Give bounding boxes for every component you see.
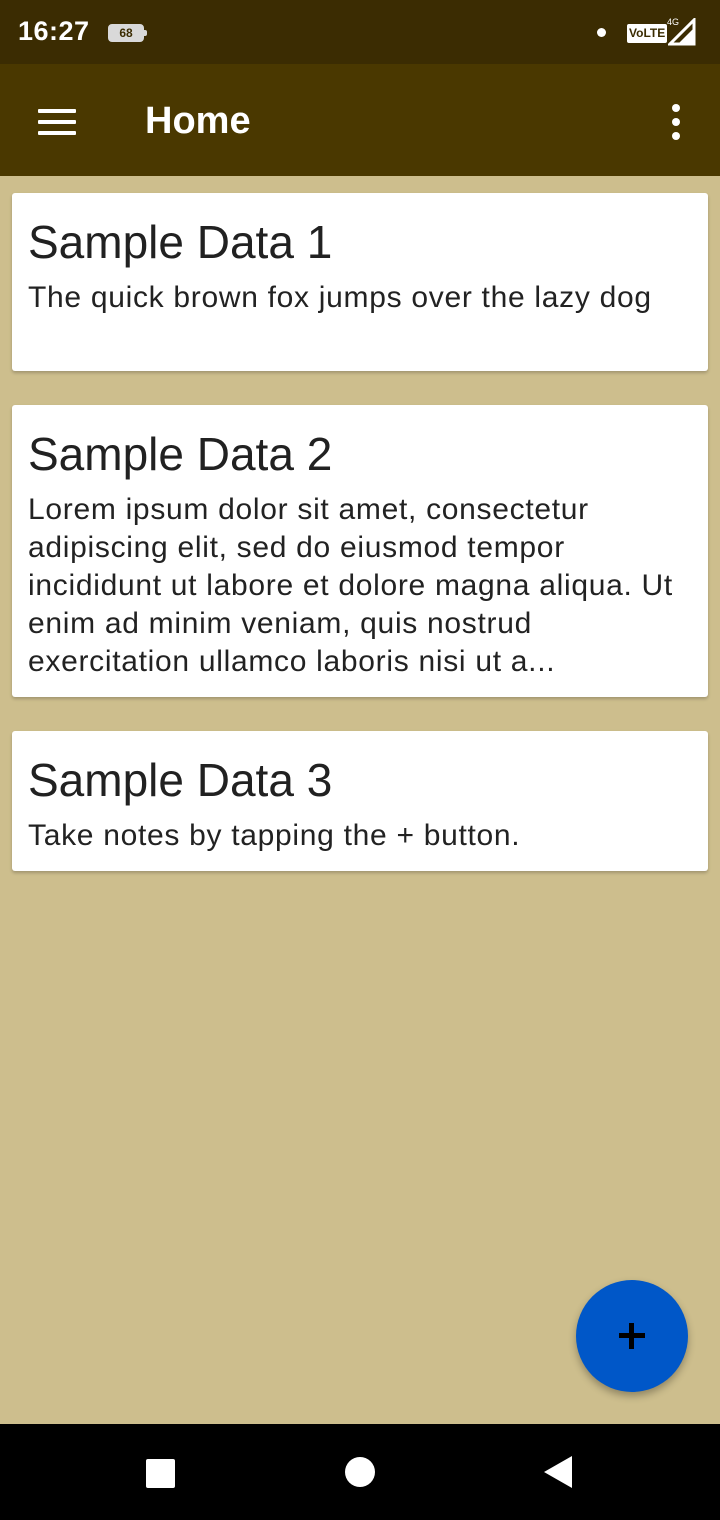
signal-strength-icon	[668, 18, 696, 46]
screen: 16:27 68 VoLTE 4G Home Sample Data 1 The…	[0, 0, 720, 1520]
volte-badge: VoLTE	[627, 24, 668, 43]
note-body: Lorem ipsum dolor sit amet, consectetur …	[28, 493, 673, 678]
back-button[interactable]	[540, 1454, 576, 1490]
status-bar: 16:27 68 VoLTE 4G	[0, 0, 720, 64]
note-body: The quick brown fox jumps over the lazy …	[28, 281, 652, 314]
navigation-bar	[0, 1424, 720, 1520]
note-card-3[interactable]: Sample Data 3 Take notes by tapping the …	[12, 731, 708, 871]
page-title: Home	[145, 100, 251, 142]
note-title: Sample Data 3	[28, 754, 333, 806]
recents-button[interactable]	[146, 1459, 175, 1488]
battery-icon: 68	[108, 24, 148, 42]
battery-level: 68	[119, 26, 133, 40]
add-note-button[interactable]	[576, 1280, 688, 1392]
home-button[interactable]	[345, 1457, 375, 1487]
note-body: Take notes by tapping the + button.	[28, 819, 521, 852]
note-card-2[interactable]: Sample Data 2 Lorem ipsum dolor sit amet…	[12, 405, 708, 697]
note-title: Sample Data 1	[28, 216, 333, 268]
note-card-1[interactable]: Sample Data 1 The quick brown fox jumps …	[12, 193, 708, 371]
more-options-button[interactable]	[652, 94, 700, 150]
menu-button[interactable]	[24, 92, 88, 148]
status-time: 16:27	[18, 16, 90, 46]
note-title: Sample Data 2	[28, 428, 333, 480]
notification-dot-icon	[597, 28, 606, 37]
app-bar: Home	[0, 64, 720, 176]
